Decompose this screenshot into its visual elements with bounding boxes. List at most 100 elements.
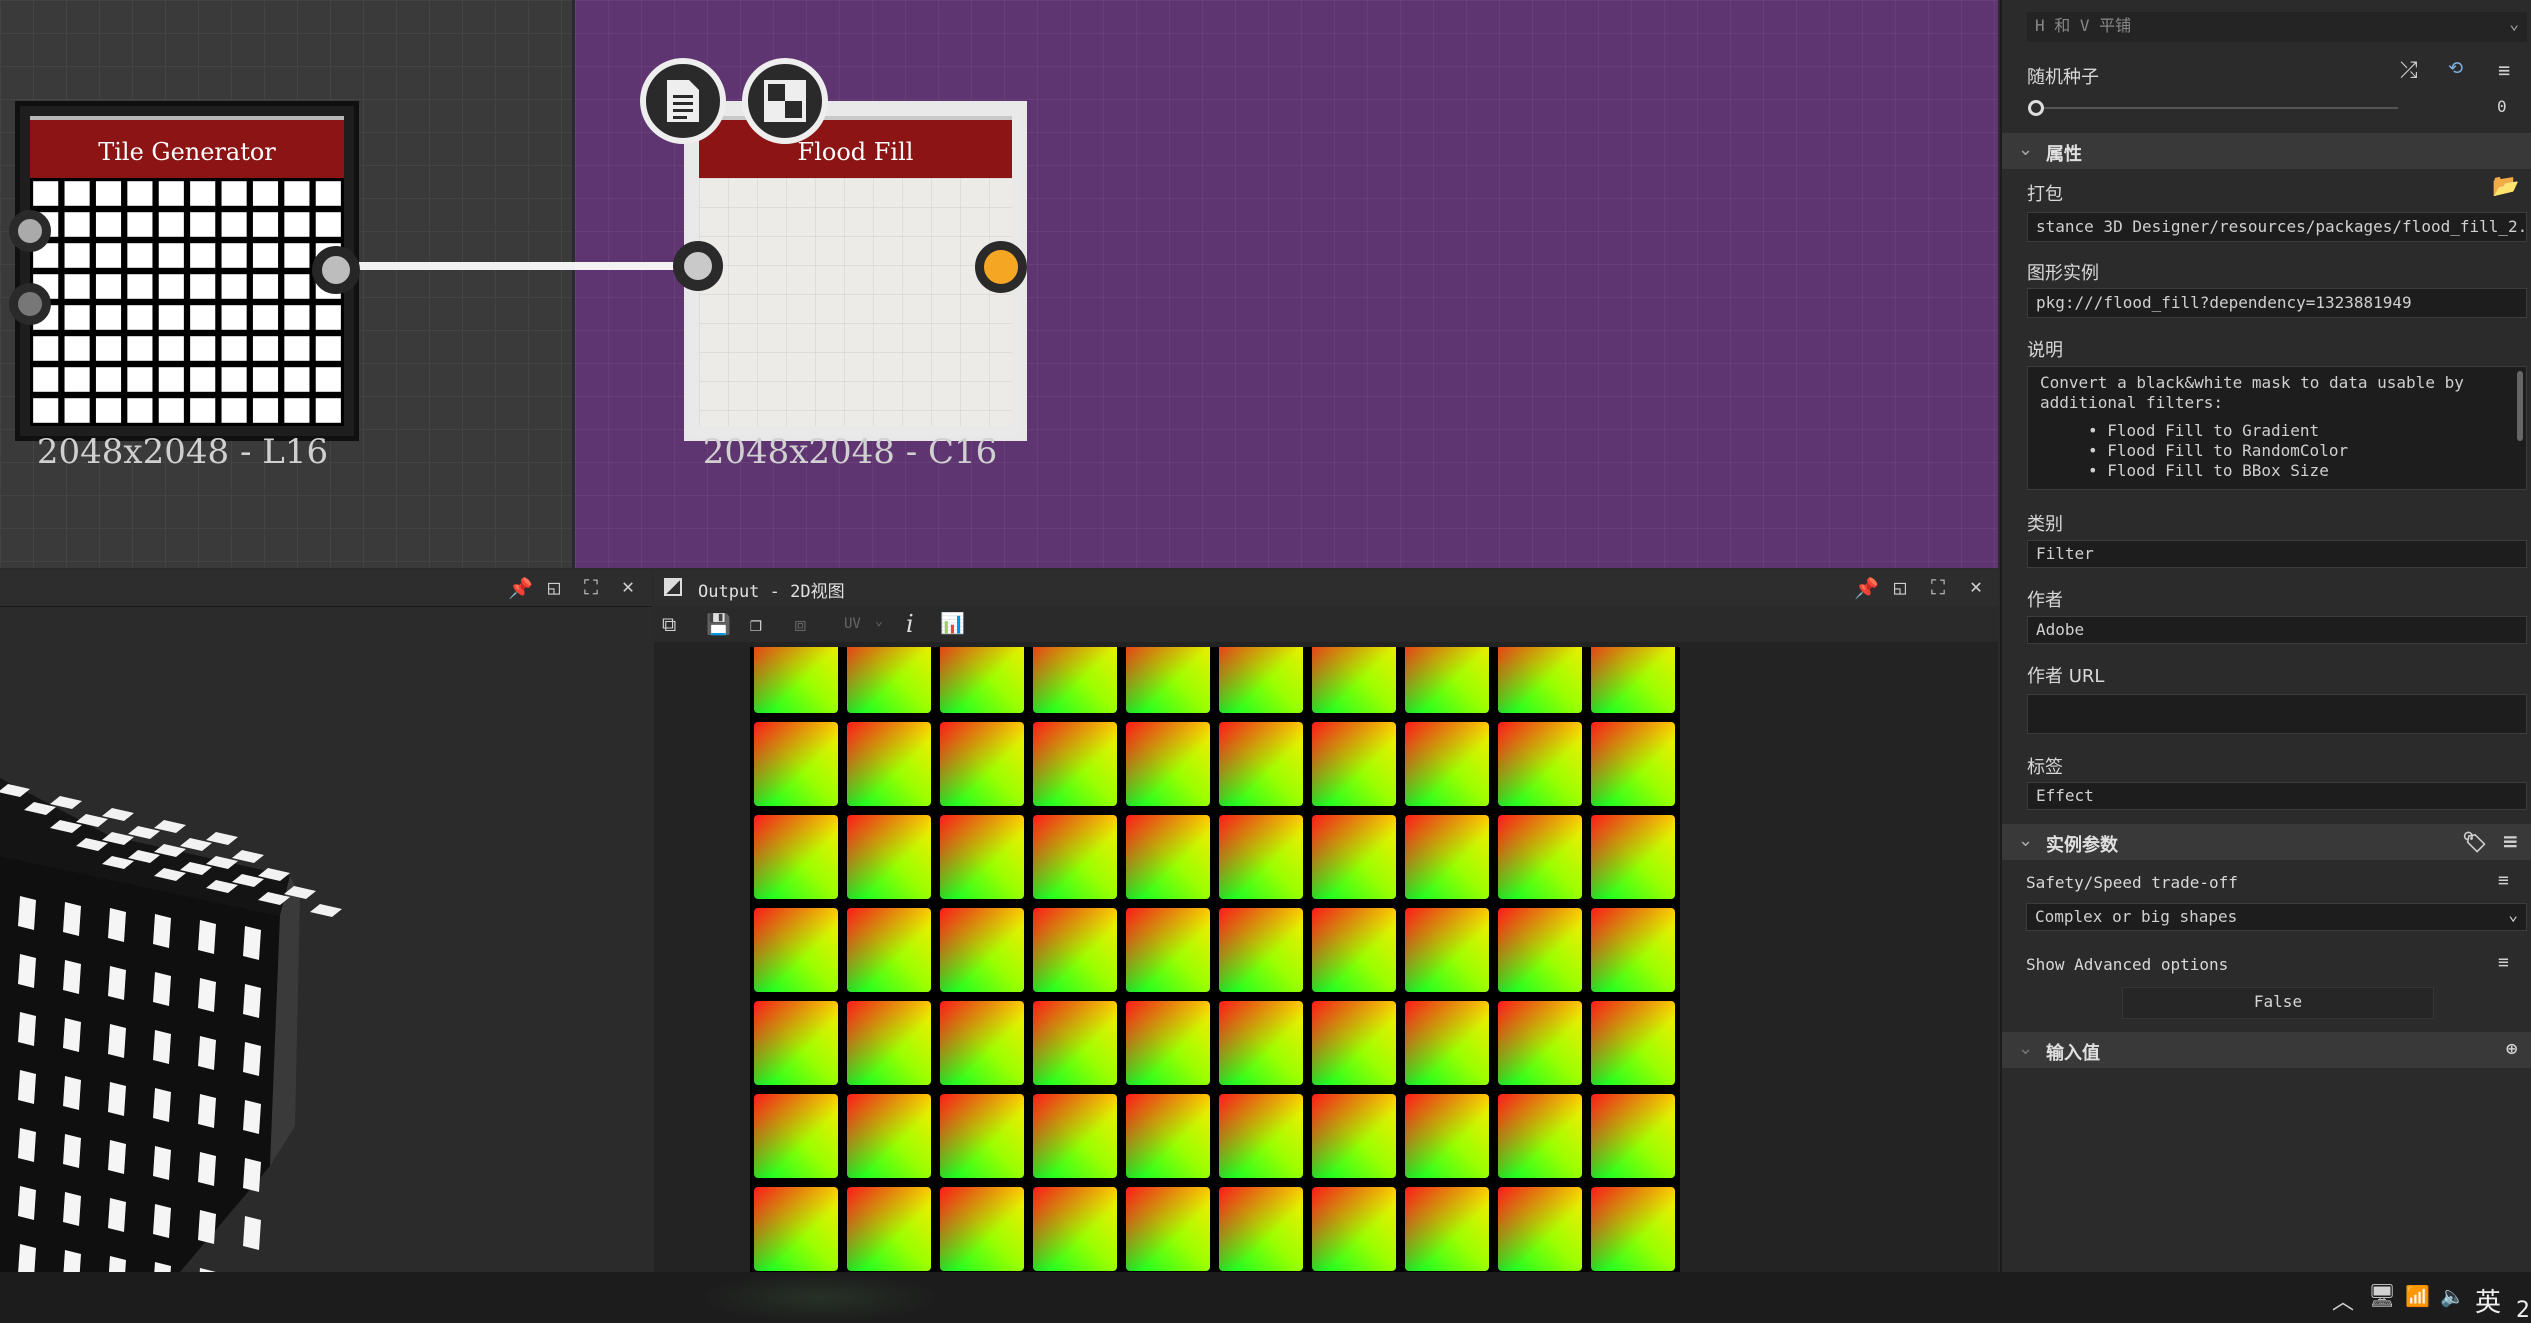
- description-field[interactable]: Convert a black&white mask to data usabl…: [2027, 366, 2527, 490]
- cube-dot: [243, 1100, 261, 1134]
- clock[interactable]: 2(: [2516, 1298, 2531, 1323]
- save-icon[interactable]: 💾: [706, 612, 731, 636]
- texture-tile: [1498, 1094, 1582, 1178]
- texture-tile: [1219, 908, 1303, 992]
- description-item: Flood Fill to RandomColor: [2107, 441, 2349, 460]
- cube-dot: [108, 1082, 126, 1116]
- tray-app-icon[interactable]: 🖥: [2368, 1284, 2396, 1309]
- histogram-icon[interactable]: 📊: [940, 611, 965, 635]
- package-field[interactable]: stance 3D Designer/resources/packages/fl…: [2027, 212, 2527, 242]
- wifi-icon[interactable]: 📶: [2405, 1284, 2430, 1308]
- float-icon[interactable]: ◱: [548, 575, 560, 599]
- volume-icon[interactable]: 🔈: [2440, 1284, 2465, 1308]
- texture-tile: [1498, 815, 1582, 899]
- tile-cell: [33, 181, 59, 206]
- taskbar: ︿ 🖥 📶 🔈 英 2(: [0, 1272, 2531, 1323]
- menu-icon[interactable]: ≡: [2502, 829, 2519, 853]
- tile-cell: [315, 305, 341, 330]
- compare-icon[interactable]: ⧈: [794, 612, 807, 636]
- export-icon[interactable]: ⧉: [662, 612, 676, 636]
- shuffle-icon[interactable]: ⤮: [2400, 58, 2418, 83]
- ime-indicator[interactable]: 英: [2475, 1282, 2501, 1319]
- chevron-down-icon: ⌄: [875, 614, 883, 629]
- author-url-field[interactable]: [2027, 694, 2527, 734]
- input-port[interactable]: [673, 241, 723, 291]
- tile-cell: [252, 274, 279, 299]
- description-line: additional filters:: [2040, 393, 2224, 412]
- seed-slider[interactable]: [2028, 100, 2398, 116]
- preset-icon[interactable]: 🏷: [2462, 830, 2487, 854]
- advanced-label: Show Advanced options: [2026, 955, 2229, 974]
- maximize-icon[interactable]: ⛶: [584, 575, 598, 599]
- tile-cell: [315, 181, 341, 206]
- graph-editor[interactable]: Tile Generator 2048x2048 - L16 Flood Fil…: [0, 0, 1998, 568]
- tags-field[interactable]: Effect: [2027, 782, 2527, 810]
- node-connection: [336, 262, 698, 270]
- tile-cell: [158, 274, 184, 299]
- category-field[interactable]: Filter: [2027, 540, 2527, 568]
- copy-icon[interactable]: ❐: [750, 612, 762, 636]
- viewer-2d-toolbar: ⧉ 💾 ❐ ⧈ UV ⌄ i 📊: [654, 606, 1998, 642]
- advanced-toggle[interactable]: False: [2122, 987, 2434, 1019]
- cube-dot: [243, 1042, 261, 1076]
- info-icon[interactable]: i: [906, 610, 914, 638]
- texture-tile: [1126, 815, 1210, 899]
- viewer-2d[interactable]: Output - 2D视图 📌 ◱ ⛶ ✕ ⧉ 💾 ❐ ⧈ UV ⌄ i 📊: [654, 570, 1998, 1272]
- input-port[interactable]: [9, 283, 51, 325]
- section-instance-params[interactable]: ⌄ 实例参数 🏷 ≡: [2002, 824, 2531, 860]
- cube-dot: [198, 920, 216, 954]
- maximize-icon[interactable]: ⛶: [1931, 575, 1945, 599]
- texture-tile: [1405, 1001, 1489, 1085]
- output-port[interactable]: [312, 246, 360, 294]
- tile-cell: [284, 398, 310, 423]
- close-icon[interactable]: ✕: [622, 574, 634, 598]
- tile-cell: [252, 212, 279, 237]
- texture-tile: [940, 815, 1024, 899]
- safety-value: Complex or big shapes: [2035, 907, 2238, 926]
- tile-cell: [190, 212, 216, 237]
- section-inputs[interactable]: ⌄ 输入值 ⊕: [2002, 1032, 2531, 1068]
- cube-dot: [18, 954, 36, 988]
- link-icon[interactable]: ⟲: [2448, 58, 2463, 79]
- document-icon[interactable]: [640, 58, 726, 144]
- texture-tile: [847, 815, 931, 899]
- safety-dropdown[interactable]: Complex or big shapes ⌄: [2026, 903, 2527, 931]
- texture-tile: [1312, 1187, 1396, 1271]
- tile-cell: [64, 336, 90, 361]
- menu-icon[interactable]: ≡: [2498, 870, 2509, 891]
- texture-tile: [1033, 908, 1117, 992]
- uv-dropdown[interactable]: UV: [844, 616, 861, 632]
- tile-cell: [33, 398, 59, 423]
- add-icon[interactable]: ⊕: [2505, 1039, 2518, 1058]
- chevron-up-icon[interactable]: ︿: [2332, 1284, 2354, 1316]
- category-label: 类别: [2027, 514, 2063, 535]
- cube-dot: [198, 978, 216, 1012]
- graph-instance-field[interactable]: pkg:///flood_fill?dependency=1323881949: [2027, 288, 2527, 318]
- menu-icon[interactable]: ≡: [2498, 952, 2509, 973]
- menu-icon[interactable]: ≡: [2498, 58, 2510, 82]
- close-icon[interactable]: ✕: [1970, 574, 1982, 598]
- tile-cell: [252, 336, 279, 361]
- cube-dot: [18, 1128, 36, 1162]
- node-tile-generator[interactable]: Tile Generator: [15, 101, 359, 441]
- output-texture[interactable]: [750, 647, 1680, 1272]
- output-port[interactable]: [975, 241, 1027, 293]
- description-scrollbar[interactable]: [2517, 371, 2523, 441]
- pin-icon[interactable]: 📌: [1854, 576, 1879, 600]
- input-port[interactable]: [9, 210, 51, 252]
- tile-cell: [284, 243, 310, 268]
- pin-icon[interactable]: 📌: [508, 576, 533, 600]
- texture-tile: [1405, 647, 1489, 713]
- author-field[interactable]: Adobe: [2027, 616, 2527, 644]
- cube-preview[interactable]: [0, 606, 652, 1272]
- tile-cell: [127, 398, 153, 423]
- float-icon[interactable]: ◱: [1894, 575, 1906, 599]
- checker-icon[interactable]: [742, 58, 828, 144]
- tiling-dropdown[interactable]: H 和 V 平铺 ⌄: [2027, 12, 2527, 42]
- tile-cell: [315, 212, 341, 237]
- section-attributes[interactable]: ⌄ 属性: [2002, 133, 2531, 169]
- texture-tile: [1219, 1094, 1303, 1178]
- viewer-3d[interactable]: 📌 ◱ ⛶ ✕: [0, 570, 652, 1272]
- package-label: 打包: [2027, 184, 2063, 205]
- folder-open-icon[interactable]: 📂: [2492, 174, 2519, 199]
